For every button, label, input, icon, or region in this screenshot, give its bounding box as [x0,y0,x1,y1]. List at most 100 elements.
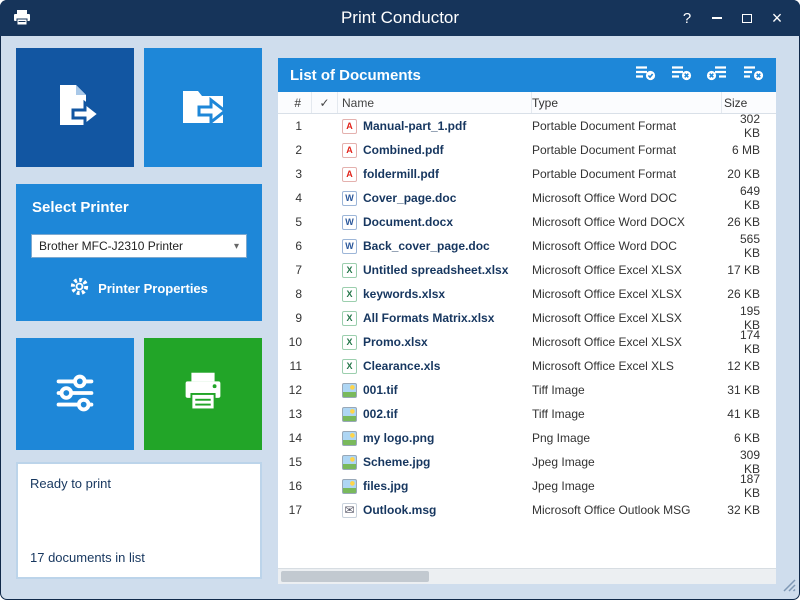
table-row[interactable]: 13 002.tif Tiff Image 41 KB [278,402,776,426]
file-name: Promo.xlsx [363,335,428,349]
file-size: 565 KB [722,232,776,260]
file-size: 6 MB [722,143,776,157]
list-remove-checked-icon [670,64,692,86]
excel-file-icon [342,263,357,278]
row-number: 13 [278,407,312,421]
list-check-icon [634,64,656,86]
file-type: Jpeg Image [532,479,722,493]
row-number: 4 [278,191,312,205]
file-type: Portable Document Format [532,167,722,181]
close-button[interactable]: × [762,0,792,36]
row-number: 10 [278,335,312,349]
file-name: Outlook.msg [363,503,436,517]
table-row[interactable]: 4 Cover_page.doc Microsoft Office Word D… [278,186,776,210]
file-name: Untitled spreadsheet.xlsx [363,263,508,277]
word-file-icon [342,191,357,206]
printer-properties-button[interactable]: Printer Properties [16,277,262,299]
file-size: 302 KB [722,114,776,140]
row-number: 5 [278,215,312,229]
excel-file-icon [342,311,357,326]
printer-properties-label: Printer Properties [98,281,208,296]
image-file-icon [342,383,357,398]
minimize-button[interactable] [702,0,732,36]
titlebar: Print Conductor ? × [0,0,800,36]
file-size: 26 KB [722,215,776,229]
file-size: 31 KB [722,383,776,397]
table-row[interactable]: 16 files.jpg Jpeg Image 187 KB [278,474,776,498]
pdf-file-icon [342,119,357,134]
documents-header: List of Documents [278,58,776,92]
row-number: 15 [278,455,312,469]
horizontal-scrollbar[interactable] [278,568,776,584]
table-row[interactable]: 17 Outlook.msg Microsoft Office Outlook … [278,498,776,522]
table-row[interactable]: 6 Back_cover_page.doc Microsoft Office W… [278,234,776,258]
add-documents-button[interactable] [16,48,134,167]
table-row[interactable]: 5 Document.docx Microsoft Office Word DO… [278,210,776,234]
file-name: Back_cover_page.doc [363,239,490,253]
column-number[interactable]: # [278,92,312,113]
table-row[interactable]: 10 Promo.xlsx Microsoft Office Excel XLS… [278,330,776,354]
table-row[interactable]: 1 Manual-part_1.pdf Portable Document Fo… [278,114,776,138]
table-row[interactable]: 8 keywords.xlsx Microsoft Office Excel X… [278,282,776,306]
status-text: Ready to print [18,464,260,491]
file-size: 41 KB [722,407,776,421]
row-number: 11 [278,359,312,373]
table-row[interactable]: 3 foldermill.pdf Portable Document Forma… [278,162,776,186]
scrollbar-thumb[interactable] [281,571,429,582]
settings-button[interactable] [16,338,134,450]
file-size: 649 KB [722,184,776,212]
print-conductor-window: Print Conductor ? × [0,0,800,600]
sliders-icon [47,365,103,424]
column-type[interactable]: Type [532,92,722,113]
file-type: Portable Document Format [532,143,722,157]
file-type: Png Image [532,431,722,445]
maximize-button[interactable] [732,0,762,36]
table-row[interactable]: 11 Clearance.xls Microsoft Office Excel … [278,354,776,378]
help-button[interactable]: ? [672,0,702,36]
document-count: 17 documents in list [30,550,145,565]
printer-select-value: Brother MFC-J2310 Printer [39,239,183,253]
file-type: Microsoft Office Excel XLSX [532,263,722,277]
resize-grip[interactable] [783,579,796,597]
chevron-down-icon: ▾ [234,241,239,252]
help-icon: ? [683,10,691,27]
file-size: 20 KB [722,167,776,181]
file-name: foldermill.pdf [363,167,439,181]
row-number: 9 [278,311,312,325]
check-items-button[interactable] [631,64,658,87]
image-file-icon [342,479,357,494]
file-type: Microsoft Office Excel XLSX [532,311,722,325]
file-name: keywords.xlsx [363,287,445,301]
add-folder-button[interactable] [144,48,262,167]
excel-file-icon [342,359,357,374]
file-size: 6 KB [722,431,776,445]
column-check[interactable]: ✓ [312,92,338,113]
table-row[interactable]: 7 Untitled spreadsheet.xlsx Microsoft Of… [278,258,776,282]
file-name: my logo.png [363,431,434,445]
file-type: Microsoft Office Word DOC [532,191,722,205]
remove-checked-button[interactable] [667,64,694,87]
column-size[interactable]: Size [722,92,776,113]
file-size: 187 KB [722,472,776,500]
printer-select[interactable]: Brother MFC-J2310 Printer ▾ [31,234,247,258]
list-toolbar [631,64,776,87]
image-file-icon [342,455,357,470]
file-name: 001.tif [363,383,398,397]
clear-list-button[interactable] [739,64,766,87]
list-clear-icon [742,64,764,86]
table-row[interactable]: 9 All Formats Matrix.xlsx Microsoft Offi… [278,306,776,330]
pdf-file-icon [342,143,357,158]
excel-file-icon [342,287,357,302]
row-number: 2 [278,143,312,157]
table-row[interactable]: 2 Combined.pdf Portable Document Format … [278,138,776,162]
column-name[interactable]: Name [338,92,532,113]
file-type: Microsoft Office Excel XLSX [532,335,722,349]
table-row[interactable]: 14 my logo.png Png Image 6 KB [278,426,776,450]
print-button[interactable] [144,338,262,450]
image-file-icon [342,407,357,422]
add-document-icon [46,77,104,138]
table-row[interactable]: 12 001.tif Tiff Image 31 KB [278,378,776,402]
window-controls: ? × [672,0,792,36]
remove-unchecked-button[interactable] [703,64,730,87]
table-row[interactable]: 15 Scheme.jpg Jpeg Image 309 KB [278,450,776,474]
